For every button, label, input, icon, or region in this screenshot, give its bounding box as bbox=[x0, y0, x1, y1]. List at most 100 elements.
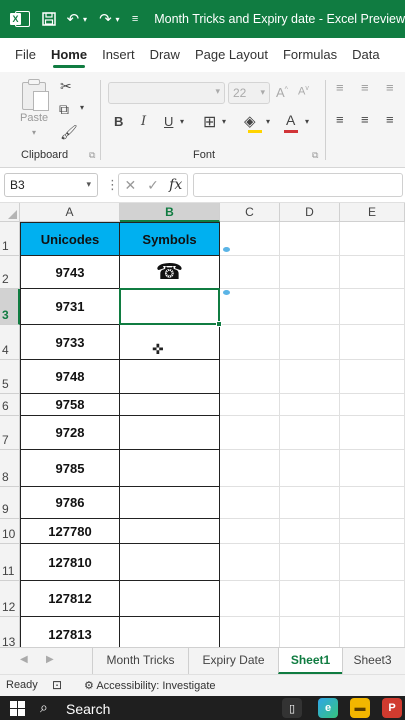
symbol-cell[interactable] bbox=[120, 325, 220, 360]
decrease-font-icon[interactable]: Av bbox=[298, 85, 309, 98]
paste-button-label[interactable]: Paste bbox=[20, 112, 48, 124]
empty-cell[interactable] bbox=[280, 581, 340, 617]
empty-cell[interactable] bbox=[340, 450, 405, 487]
unicode-cell[interactable]: 9728 bbox=[20, 416, 120, 450]
empty-cell[interactable] bbox=[220, 289, 280, 325]
empty-cell[interactable] bbox=[340, 360, 405, 394]
tab-draw[interactable]: Draw bbox=[150, 38, 180, 72]
row-header-8[interactable]: 8 bbox=[0, 450, 20, 487]
empty-cell[interactable] bbox=[340, 416, 405, 450]
empty-cell[interactable] bbox=[220, 416, 280, 450]
symbol-cell[interactable] bbox=[120, 394, 220, 416]
row-header-7[interactable]: 7 bbox=[0, 416, 20, 450]
unicode-cell[interactable]: 127813 bbox=[20, 617, 120, 647]
align-center-icon[interactable]: ≡ bbox=[361, 112, 369, 127]
paste-icon[interactable] bbox=[20, 78, 50, 112]
flash-fill-hint-icon[interactable] bbox=[223, 247, 230, 252]
row-header-6[interactable]: 6 bbox=[0, 394, 20, 416]
empty-cell[interactable] bbox=[220, 519, 280, 544]
column-header-c[interactable]: C bbox=[220, 203, 280, 222]
symbol-cell[interactable] bbox=[120, 450, 220, 487]
search-icon[interactable]: ⌕ bbox=[40, 699, 48, 716]
unicode-cell[interactable]: 9743 bbox=[20, 256, 120, 289]
unicode-cell[interactable]: 127812 bbox=[20, 581, 120, 617]
empty-cell[interactable] bbox=[340, 581, 405, 617]
empty-cell[interactable] bbox=[340, 544, 405, 581]
row-header-10[interactable]: 10 bbox=[0, 519, 20, 544]
cancel-icon[interactable]: ✕ bbox=[119, 177, 142, 194]
empty-cell[interactable] bbox=[280, 416, 340, 450]
align-left-icon[interactable]: ≡ bbox=[336, 112, 344, 127]
column-header-e[interactable]: E bbox=[340, 203, 405, 222]
empty-cell[interactable] bbox=[280, 394, 340, 416]
symbol-cell[interactable] bbox=[120, 581, 220, 617]
header-cell-unicodes[interactable]: Unicodes bbox=[20, 222, 120, 256]
bold-icon[interactable]: B bbox=[114, 114, 123, 129]
format-painter-icon[interactable]: 🖌 bbox=[60, 124, 78, 141]
underline-icon[interactable]: U bbox=[164, 114, 173, 129]
prev-sheet-icon[interactable]: ◀ bbox=[20, 654, 28, 665]
symbol-cell[interactable] bbox=[120, 416, 220, 450]
header-cell-symbols[interactable]: Symbols bbox=[120, 222, 220, 256]
empty-cell[interactable] bbox=[220, 256, 280, 289]
undo-dropdown-icon[interactable]: ▾ bbox=[83, 15, 91, 24]
redo-icon[interactable]: ↷ bbox=[95, 0, 115, 38]
empty-cell[interactable] bbox=[340, 394, 405, 416]
worksheet-grid[interactable]: A B C D E 1 Unicodes Symbols 2 9743 ☎ 3 9731 4 97… bbox=[0, 203, 405, 647]
unicode-cell[interactable]: 9758 bbox=[20, 394, 120, 416]
font-size-select[interactable]: 22 ▾ bbox=[228, 82, 270, 104]
align-right-icon[interactable]: ≡ bbox=[386, 112, 394, 127]
empty-cell[interactable] bbox=[220, 487, 280, 519]
paste-dropdown-icon[interactable]: ▾ bbox=[32, 128, 36, 137]
empty-cell[interactable] bbox=[220, 394, 280, 416]
enter-check-icon[interactable]: ✓ bbox=[142, 177, 165, 194]
empty-cell[interactable] bbox=[340, 325, 405, 360]
edge-browser-icon[interactable]: e bbox=[318, 698, 338, 718]
sheet-tab-sheet3[interactable]: Sheet3 bbox=[342, 648, 402, 674]
row-header-9[interactable]: 9 bbox=[0, 487, 20, 519]
underline-dropdown-icon[interactable]: ▾ bbox=[180, 117, 184, 126]
align-bottom-icon[interactable]: ≡ bbox=[386, 80, 394, 95]
borders-icon[interactable]: ⊞ bbox=[203, 112, 216, 132]
accessibility-status[interactable]: ⚙ Accessibility: Investigate bbox=[84, 679, 216, 692]
active-cell-selection[interactable] bbox=[119, 288, 222, 327]
align-middle-icon[interactable]: ≡ bbox=[361, 80, 369, 95]
empty-cell[interactable] bbox=[280, 519, 340, 544]
sheet-tab-sheet1[interactable]: Sheet1 bbox=[278, 648, 342, 674]
empty-cell[interactable] bbox=[220, 360, 280, 394]
empty-cell[interactable] bbox=[280, 360, 340, 394]
unicode-cell[interactable]: 127780 bbox=[20, 519, 120, 544]
align-top-icon[interactable]: ≡ bbox=[336, 80, 344, 95]
row-header-12[interactable]: 12 bbox=[0, 581, 20, 617]
empty-cell[interactable] bbox=[280, 617, 340, 647]
font-launcher-icon[interactable]: ⧉ bbox=[312, 150, 318, 161]
font-name-select[interactable]: ▾ bbox=[108, 82, 225, 104]
font-color-dropdown-icon[interactable]: ▾ bbox=[305, 117, 309, 126]
increase-font-icon[interactable]: A^ bbox=[276, 85, 288, 100]
select-all-corner[interactable] bbox=[0, 203, 20, 222]
italic-icon[interactable]: I bbox=[141, 114, 146, 129]
next-sheet-icon[interactable]: ▶ bbox=[46, 654, 54, 665]
row-header-4[interactable]: 4 bbox=[0, 325, 20, 360]
unicode-cell[interactable]: 9733 bbox=[20, 325, 120, 360]
cut-icon[interactable]: ✂ bbox=[60, 78, 72, 95]
formula-input[interactable] bbox=[193, 173, 403, 197]
tab-formulas[interactable]: Formulas bbox=[283, 38, 337, 72]
empty-cell[interactable] bbox=[280, 256, 340, 289]
empty-cell[interactable] bbox=[280, 450, 340, 487]
unicode-cell[interactable]: 9785 bbox=[20, 450, 120, 487]
fill-color-icon[interactable]: ◈ bbox=[244, 112, 256, 130]
symbol-cell[interactable] bbox=[120, 544, 220, 581]
fill-handle[interactable] bbox=[216, 321, 222, 327]
symbol-cell[interactable] bbox=[120, 617, 220, 647]
row-header-2[interactable]: 2 bbox=[0, 256, 20, 289]
taskbar-search[interactable]: Search bbox=[66, 701, 110, 717]
clipboard-launcher-icon[interactable]: ⧉ bbox=[89, 150, 95, 161]
customize-toolbar-icon[interactable]: ≡ bbox=[132, 13, 140, 25]
row-header-11[interactable]: 11 bbox=[0, 544, 20, 581]
tab-file[interactable]: File bbox=[15, 38, 36, 72]
row-header-1[interactable]: 1 bbox=[0, 222, 20, 256]
name-box[interactable]: B3 ▾ bbox=[4, 173, 98, 197]
empty-cell[interactable] bbox=[340, 289, 405, 325]
copy-icon[interactable]: ⧉ bbox=[59, 101, 69, 118]
